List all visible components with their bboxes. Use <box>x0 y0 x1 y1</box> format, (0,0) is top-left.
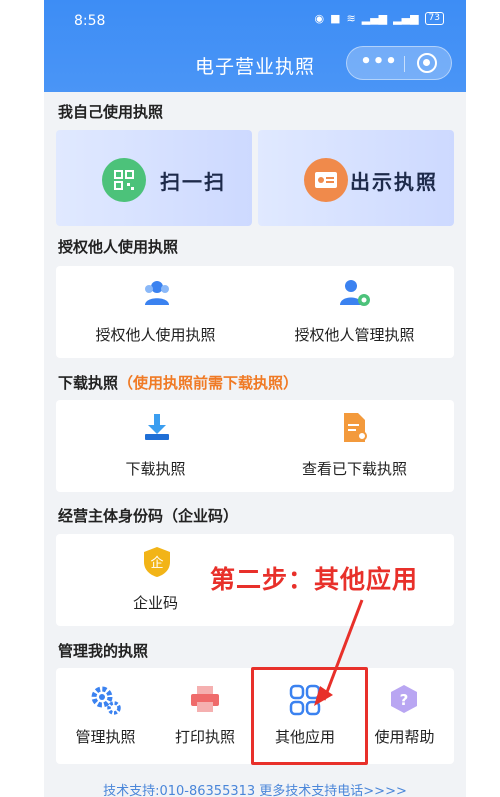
wifi-icon: ≋ <box>346 12 356 25</box>
download-title: 下载执照 <box>58 374 119 392</box>
printer-icon <box>191 686 219 712</box>
svg-text:?: ? <box>400 691 409 709</box>
download-note: （使用执照前需下载执照） <box>118 374 299 392</box>
shield-badge-icon: 企 <box>144 547 170 577</box>
print-license-label: 打印执照 <box>174 728 235 746</box>
show-license-button[interactable]: 出示执照 <box>258 130 454 226</box>
manage-license-item[interactable]: 管理执照 <box>56 668 155 764</box>
mini-program-capsule: ••• <box>346 46 452 80</box>
authorize-manage-item[interactable]: 授权他人管理执照 <box>255 266 454 358</box>
app-header: 8:58 ◉ ■ ≋ ▂▄▆ ▂▄▆ 73 电子营业执照 ••• <box>44 0 466 92</box>
show-license-label: 出示执照 <box>350 170 438 194</box>
status-bar: 8:58 ◉ ■ ≋ ▂▄▆ ▂▄▆ 73 <box>44 0 466 40</box>
authorize-use-label: 授权他人使用执照 <box>95 326 216 344</box>
section-title-authorize: 授权他人使用执照 <box>58 238 179 256</box>
signal-icon-2: ▂▄▆ <box>393 12 419 25</box>
download-license-item[interactable]: 下载执照 <box>56 400 255 492</box>
qr-scan-icon <box>102 158 146 202</box>
status-time: 8:58 <box>74 13 106 29</box>
print-license-item[interactable]: 打印执照 <box>155 668 255 764</box>
view-downloaded-label: 查看已下载执照 <box>301 460 407 478</box>
help-icon: ? <box>391 685 417 713</box>
shield-badge-text: 企 <box>150 555 163 571</box>
capsule-divider <box>404 56 405 72</box>
section-title-manage: 管理我的执照 <box>58 642 149 660</box>
signal-icon: ▂▄▆ <box>361 12 388 25</box>
battery-icon: 73 <box>424 12 444 25</box>
annotation-arrow-icon <box>314 599 364 706</box>
step-annotation: 第二步：其他应用 <box>210 565 419 594</box>
target-close-icon[interactable] <box>417 53 437 73</box>
authorize-card: 授权他人使用执照 授权他人管理执照 <box>56 266 454 358</box>
license-card-icon <box>304 158 348 202</box>
scan-button[interactable]: 扫一扫 <box>56 130 252 226</box>
section-title-download: 下载执照（使用执照前需下载执照） <box>58 372 298 393</box>
users-icon <box>145 281 169 305</box>
download-tray-icon <box>145 414 169 440</box>
more-dots-icon[interactable]: ••• <box>359 53 399 73</box>
download-license-label: 下载执照 <box>125 460 186 478</box>
view-downloaded-item[interactable]: 查看已下载执照 <box>255 400 454 492</box>
status-icons: ◉ ■ ≋ ▂▄▆ ▂▄▆ 73 <box>315 12 444 25</box>
scan-label: 扫一扫 <box>160 170 226 194</box>
eye-icon: ◉ <box>314 12 325 25</box>
tech-support-link[interactable]: 技术支持:010-86355313 更多技术支持电话>>>> <box>44 780 466 797</box>
document-search-icon <box>344 413 367 442</box>
user-gear-icon <box>340 280 370 306</box>
gears-icon <box>91 686 121 715</box>
section-title-self-use: 我自己使用执照 <box>58 103 164 121</box>
download-card: 下载执照 查看已下载执照 <box>56 400 454 492</box>
authorize-use-item[interactable]: 授权他人使用执照 <box>56 266 255 358</box>
manage-license-label: 管理执照 <box>75 728 136 746</box>
authorize-manage-label: 授权他人管理执照 <box>294 326 415 344</box>
section-title-entity-code: 经营主体身份码（企业码） <box>58 507 239 525</box>
help-label: 使用帮助 <box>374 728 435 746</box>
notification-icon: ■ <box>330 12 341 25</box>
